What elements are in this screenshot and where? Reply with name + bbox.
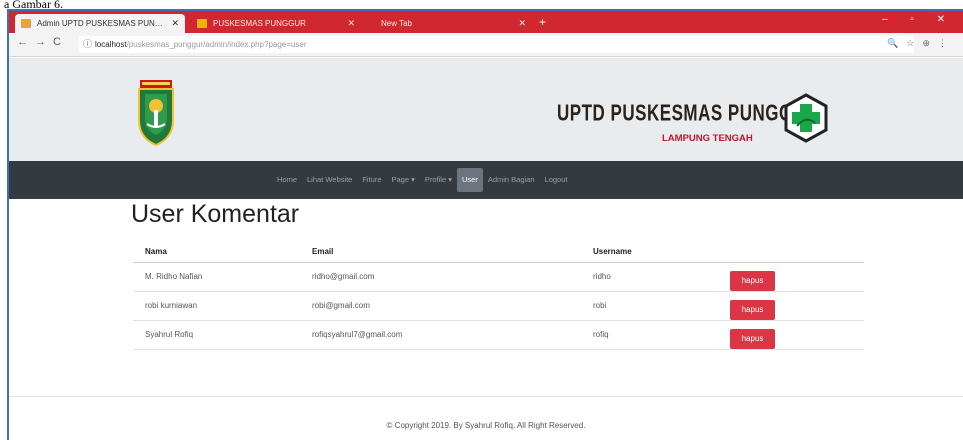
- url-input[interactable]: ⓘ localhost/puskesmas_punggur/admin/inde…: [79, 36, 914, 53]
- close-tab-icon[interactable]: ✕: [171, 14, 179, 33]
- url-host: localhost: [95, 40, 127, 49]
- footer-divider: [9, 396, 963, 397]
- nav-page-dropdown[interactable]: Page ▾: [387, 168, 420, 192]
- site-favicon-icon: [197, 19, 207, 28]
- site-favicon-icon: [21, 19, 31, 28]
- reload-icon[interactable]: C: [53, 36, 61, 48]
- cell-nama: robi kurniawan: [145, 301, 198, 310]
- nav-profile-dropdown[interactable]: Profile ▾: [420, 168, 457, 192]
- cell-nama: M. Ridho Nafian: [145, 272, 203, 281]
- nav-fiture[interactable]: Fiture: [357, 168, 386, 192]
- cell-email: robi@gmail.com: [312, 301, 370, 310]
- footer-copyright: © Copyright 2019. By Syahrul Rofiq. All …: [386, 421, 586, 430]
- nav-lihat-website[interactable]: Lihat Website: [302, 168, 357, 192]
- cell-email: rofiqsyahrul7@gmail.com: [312, 330, 403, 339]
- nav-logout[interactable]: Logout: [540, 168, 573, 192]
- table-header: Nama Email Username: [133, 241, 864, 263]
- table-row: robi kurniawan robi@gmail.com robi hapus: [133, 292, 864, 321]
- browser-window: Admin UPTD PUSKESMAS PUN… ✕ PUSKESMAS PU…: [7, 9, 963, 440]
- cell-username: rofiq: [593, 330, 609, 339]
- table-row: Syahrul Rofiq rofiqsyahrul7@gmail.com ro…: [133, 321, 864, 350]
- hapus-button[interactable]: hapus: [730, 271, 775, 291]
- nav-menu: Home Lihat Website Fiture Page ▾ Profile…: [272, 161, 572, 199]
- nav-home[interactable]: Home: [272, 168, 302, 192]
- cell-username: robi: [593, 301, 607, 310]
- forward-arrow-icon[interactable]: →: [35, 36, 46, 48]
- site-subtitle: LAMPUNG TENGAH: [662, 133, 753, 144]
- site-info-icon[interactable]: ⓘ: [83, 36, 92, 53]
- hapus-button[interactable]: hapus: [730, 300, 775, 320]
- tab-puskesmas[interactable]: PUSKESMAS PUNGGUR ✕: [191, 14, 361, 33]
- site-title: UPTD PUSKESMAS PUNGGUR: [557, 100, 819, 126]
- page-title: User Komentar: [131, 200, 300, 228]
- close-tab-icon[interactable]: ✕: [347, 14, 355, 33]
- back-arrow-icon[interactable]: ←: [17, 36, 28, 48]
- hapus-button[interactable]: hapus: [730, 329, 775, 349]
- cell-email: ridho@gmail.com: [312, 272, 375, 281]
- browser-actions[interactable]: 🔍☆⊕⋮: [887, 38, 955, 49]
- cell-username: ridho: [593, 272, 611, 281]
- cell-nama: Syahrul Rofiq: [145, 330, 194, 339]
- health-cross-logo-icon: [784, 93, 828, 143]
- nav-admin-bagian[interactable]: Admin Bagian: [483, 168, 540, 192]
- tab-title: New Tab: [381, 19, 412, 28]
- column-header-email: Email: [312, 247, 334, 256]
- tab-title: Admin UPTD PUSKESMAS PUN…: [37, 19, 163, 28]
- column-header-nama: Nama: [145, 247, 167, 256]
- table-row: M. Ridho Nafian ridho@gmail.com ridho ha…: [133, 263, 864, 292]
- new-tab-plus-icon[interactable]: +: [539, 15, 546, 29]
- url-path: /puskesmas_punggur/admin/index.php?page=…: [126, 40, 307, 49]
- tab-title: PUSKESMAS PUNGGUR: [213, 19, 306, 28]
- column-header-username: Username: [593, 247, 632, 256]
- user-table: Nama Email Username M. Ridho Nafian ridh…: [133, 241, 864, 350]
- address-bar: ← → C ⓘ localhost/puskesmas_punggur/admi…: [9, 33, 963, 57]
- close-tab-icon[interactable]: ✕: [518, 14, 526, 33]
- lampung-tengah-crest-icon: [138, 80, 174, 146]
- tab-admin[interactable]: Admin UPTD PUSKESMAS PUN… ✕: [15, 14, 185, 33]
- nav-user[interactable]: User: [456, 168, 483, 192]
- main-navbar: Home Lihat Website Fiture Page ▾ Profile…: [9, 161, 963, 199]
- window-controls[interactable]: – ▫ ✕: [882, 14, 955, 25]
- tab-bar: Admin UPTD PUSKESMAS PUN… ✕ PUSKESMAS PU…: [9, 11, 963, 33]
- tab-new-tab[interactable]: New Tab ✕: [367, 14, 532, 33]
- site-header: UPTD PUSKESMAS PUNGGUR LAMPUNG TENGAH: [9, 58, 963, 161]
